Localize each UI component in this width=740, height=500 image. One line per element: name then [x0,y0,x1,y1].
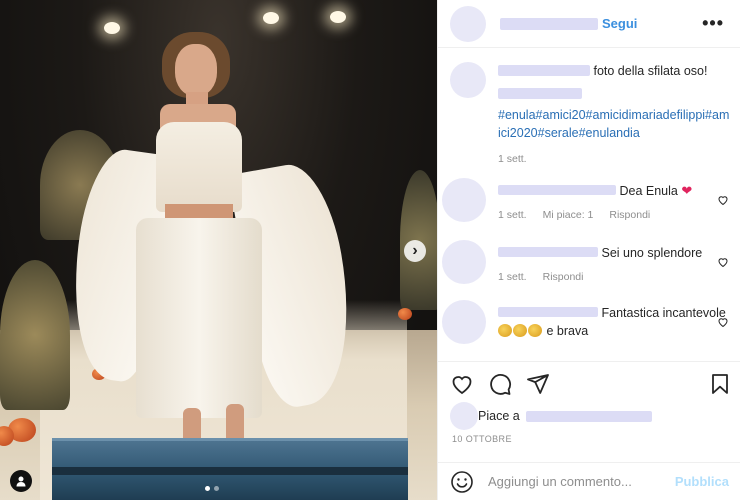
stage-light [263,12,279,24]
commenter-username-redacted[interactable] [498,185,616,195]
commenter-username-redacted[interactable] [498,247,598,257]
author-username-redacted[interactable] [500,17,598,30]
liker-username-redacted[interactable] [525,410,652,422]
comment-icon[interactable] [488,372,512,396]
comment-meta: 1 sett. Rispondi [498,268,730,286]
author-username-redacted[interactable] [498,65,590,76]
author-avatar[interactable] [450,5,486,42]
comment-text: Fantastica incantevole [601,306,726,320]
heart-outline-icon[interactable] [717,316,729,328]
post-date[interactable]: 10 OTTOBRE [452,434,512,444]
share-icon[interactable] [526,372,550,396]
follow-button[interactable]: Segui [602,16,637,31]
likes-row: Piace a [450,402,652,430]
heart-emoji: ❤ [681,183,693,198]
commenter-avatar[interactable] [442,178,486,222]
likes-prefix: Piace a [478,409,520,423]
carousel-dot-active [205,486,210,491]
heart-outline-icon[interactable] [717,256,729,268]
comment-body: Fantastica incantevole e brava [498,304,730,340]
caption-meta: 1 sett. [498,150,730,168]
comment-time: 1 sett. [498,271,527,283]
dress-corset [156,122,242,212]
comments-list[interactable]: foto della sfilata oso! #enula#amici20#a… [438,48,740,360]
comment-meta: 1 sett. Mi piace: 1 Rispondi [498,206,730,224]
decor-plant [0,260,70,410]
caption-body: foto della sfilata oso! #enula#amici20#a… [498,62,730,168]
reply-button[interactable]: Rispondi [543,268,584,286]
heart-outline-icon[interactable] [717,194,729,206]
clap-emoji [498,324,512,337]
mention-redacted[interactable] [498,88,582,99]
dress-skirt [136,218,262,418]
comment-body: Dea Enula ❤ 1 sett. Mi piace: 1 Rispondi [498,182,730,224]
caption-text: foto della sfilata oso! [593,64,708,78]
comment-likes[interactable]: Mi piace: 1 [543,206,594,224]
reply-button[interactable]: Rispondi [609,206,650,224]
tagged-users-icon[interactable] [10,470,32,492]
stage-light [330,11,346,23]
comment-composer: Pubblica [438,462,740,500]
pumpkin [398,308,412,320]
comment-time: 1 sett. [498,209,527,221]
comment-body: Sei uno splendore 1 sett. Rispondi [498,244,730,286]
comment-text-tail: e brava [546,324,589,338]
like-icon[interactable] [450,372,474,396]
publish-button[interactable]: Pubblica [675,474,729,489]
commenter-username-redacted[interactable] [498,307,598,317]
bookmark-icon[interactable] [708,372,732,396]
author-avatar[interactable] [450,62,486,98]
chevron-right-icon[interactable]: › [404,240,426,262]
liker-avatar[interactable] [450,402,478,430]
carousel-dots [205,486,219,491]
caption-time: 1 sett. [498,153,527,165]
commenter-avatar[interactable] [442,240,486,284]
wooden-pallet [52,438,408,500]
carousel-dot [214,486,219,491]
stage-light [104,22,120,34]
comment-input[interactable] [488,474,675,489]
post-sidebar: Segui ••• foto della sfilata oso! #enula… [437,0,740,500]
post-photo[interactable]: › [0,0,437,500]
emoji-icon[interactable] [450,470,474,494]
clap-emoji [513,324,527,337]
post-header: Segui ••• [438,0,740,48]
comment-text: Dea Enula [619,184,678,198]
comment-text: Sei uno splendore [601,246,703,260]
more-options-icon[interactable]: ••• [702,13,724,34]
model-face [175,44,217,96]
action-bar [438,361,740,405]
caption-hashtags[interactable]: #enula#amici20#amicidimariadefilippi#ami… [498,106,730,142]
commenter-avatar[interactable] [442,300,486,344]
clap-emoji [528,324,542,337]
